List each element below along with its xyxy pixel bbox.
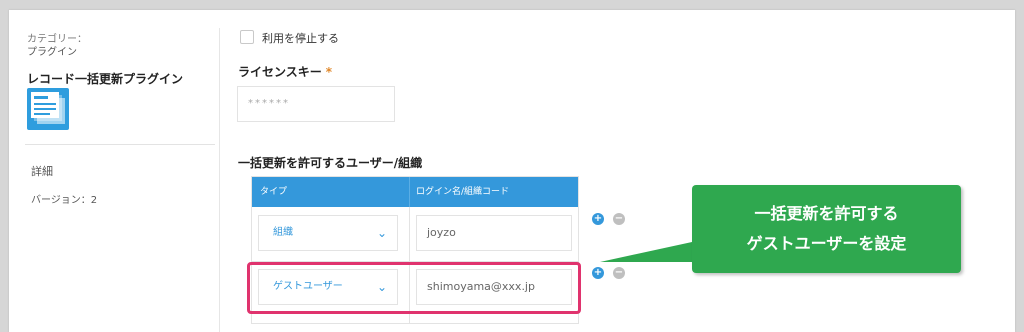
version-label: バージョン：2 bbox=[31, 195, 98, 206]
license-key-label: ライセンスキー bbox=[238, 65, 322, 79]
header-divider bbox=[409, 177, 410, 207]
column-divider bbox=[219, 28, 220, 332]
table-header: タイプ ログイン名/組織コード bbox=[252, 177, 578, 207]
code-input-row-1[interactable]: joyzo bbox=[416, 215, 572, 251]
callout-pointer bbox=[600, 242, 696, 262]
plugin-name: レコード一括更新プラグイン bbox=[27, 72, 184, 86]
stop-usage-checkbox[interactable] bbox=[240, 30, 254, 44]
chevron-down-icon: ⌄ bbox=[376, 226, 387, 240]
type-select-value: 組織 bbox=[273, 227, 293, 238]
required-mark: * bbox=[325, 65, 333, 79]
sidebar-divider bbox=[25, 144, 215, 145]
category-value: プラグイン bbox=[27, 47, 77, 58]
plugin-sidebar: カテゴリー： プラグイン レコード一括更新プラグイン 詳細 バージョン：2 bbox=[9, 10, 219, 332]
annotation-callout: 一括更新を許可する ゲストユーザーを設定 bbox=[692, 185, 961, 273]
license-key-title: ライセンスキー * bbox=[238, 63, 332, 80]
plugin-icon-graphic bbox=[31, 92, 65, 124]
column-header-code: ログイン名/組織コード bbox=[416, 187, 510, 197]
plugin-icon bbox=[27, 88, 69, 130]
permission-title: 一括更新を許可するユーザー/組織 bbox=[238, 156, 423, 170]
callout-line-2: ゲストユーザーを設定 bbox=[746, 234, 907, 253]
stop-usage-label[interactable]: 利用を停止する bbox=[262, 30, 339, 46]
license-key-input[interactable]: ****** bbox=[237, 86, 395, 122]
column-header-type: タイプ bbox=[260, 187, 288, 197]
guest-row-highlight bbox=[247, 262, 581, 314]
remove-row-button-1[interactable]: − bbox=[613, 213, 625, 225]
callout-line-1: 一括更新を許可する bbox=[754, 204, 899, 223]
detail-link[interactable]: 詳細 bbox=[31, 163, 53, 179]
type-select-row-1[interactable]: 組織 ⌄ bbox=[258, 215, 398, 251]
add-row-button-1[interactable]: + bbox=[592, 213, 604, 225]
